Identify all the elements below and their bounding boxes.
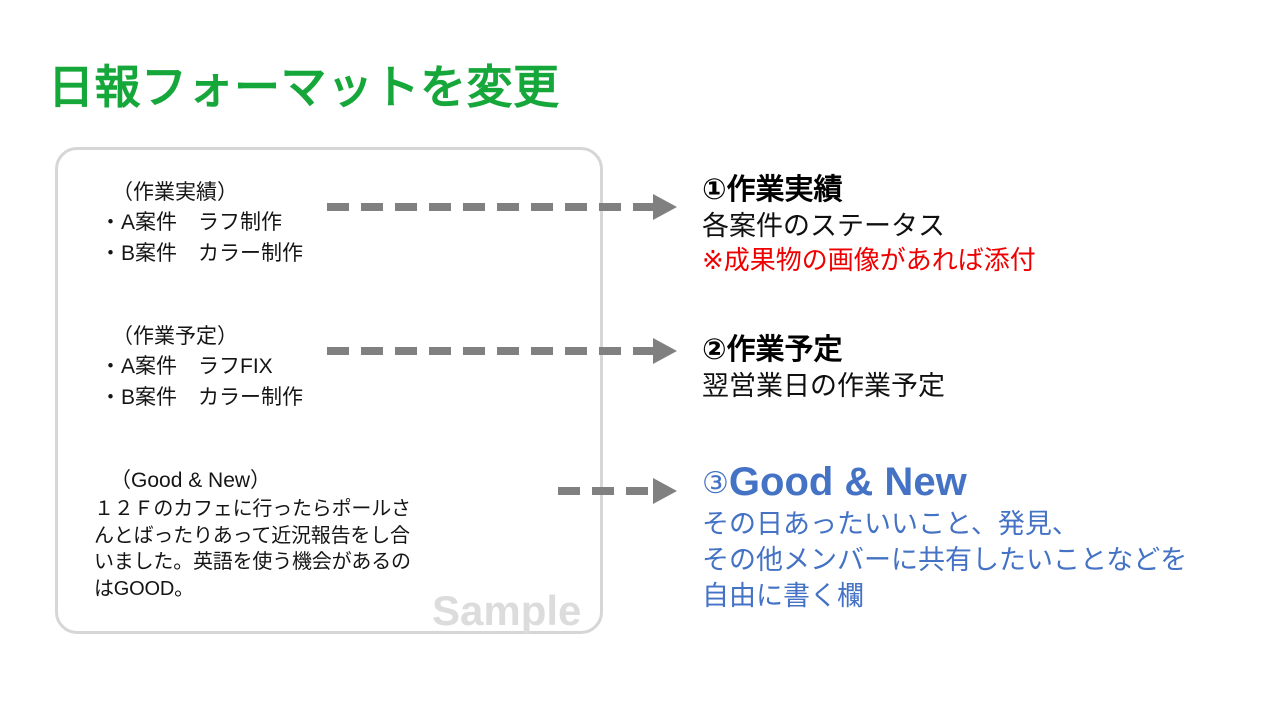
section-description: 自由に書く欄 bbox=[702, 581, 864, 612]
arrow-head bbox=[653, 194, 677, 220]
section-description: その他メンバーに共有したいことなどを bbox=[702, 545, 1188, 576]
section-good-and-new: ③Good & New その日あったいいこと、発見、 その他メンバーに共有したい… bbox=[702, 458, 1187, 615]
dashed-arrow-icon bbox=[327, 194, 677, 220]
section-note: ※成果物の画像があれば添付 bbox=[702, 245, 1036, 276]
section-description: 各案件のステータス bbox=[702, 211, 945, 242]
arrow-shaft bbox=[558, 487, 655, 495]
form-block-line: ・B案件 カラー制作 bbox=[100, 385, 304, 409]
form-block-line: ・B案件 カラー制作 bbox=[100, 241, 304, 265]
section-title-text: Good & New bbox=[728, 460, 967, 504]
form-block-good-and-new: （Good & New） １２Ｆのカフェに行ったらポールさんとばったりあって近況… bbox=[94, 466, 414, 602]
form-block-heading: （作業実績） bbox=[112, 181, 238, 204]
sample-watermark: Sample bbox=[432, 587, 582, 634]
arrow-shaft bbox=[327, 203, 655, 211]
section-work-results: ①作業実績 各案件のステータス ※成果物の画像があれば添付 bbox=[702, 172, 1036, 278]
page-title: 日報フォーマットを変更 bbox=[48, 61, 560, 113]
form-block-line: ・A案件 ラフ制作 bbox=[100, 211, 283, 235]
form-block-line: ・A案件 ラフFIX bbox=[100, 355, 273, 379]
form-block-paragraph: １２Ｆのカフェに行ったらポールさんとばったりあって近況報告をし合いました。英語を… bbox=[94, 498, 411, 600]
section-marker: ③ bbox=[702, 467, 729, 500]
section-work-plan: ②作業予定 翌営業日の作業予定 bbox=[702, 332, 945, 404]
section-title: ②作業予定 bbox=[702, 334, 843, 366]
form-block-heading: （Good & New） bbox=[110, 469, 272, 492]
arrow-head bbox=[653, 338, 677, 364]
section-description: 翌営業日の作業予定 bbox=[702, 371, 945, 402]
form-block-work-results: （作業実績） ・A案件 ラフ制作 ・B案件 カラー制作 bbox=[100, 178, 303, 269]
dashed-arrow-icon bbox=[558, 478, 678, 504]
form-block-work-plan: （作業予定） ・A案件 ラフFIX ・B案件 カラー制作 bbox=[100, 322, 303, 413]
section-title: ①作業実績 bbox=[702, 174, 843, 206]
dashed-arrow-icon bbox=[327, 338, 677, 364]
arrow-head bbox=[653, 478, 677, 504]
arrow-shaft bbox=[327, 347, 655, 355]
slide-canvas: 日報フォーマットを変更 （作業実績） ・A案件 ラフ制作 ・B案件 カラー制作 … bbox=[0, 0, 1280, 720]
section-title: ③Good & New bbox=[702, 458, 1187, 506]
form-block-heading: （作業予定） bbox=[112, 325, 238, 348]
section-description: その日あったいいこと、発見、 bbox=[702, 509, 1079, 539]
